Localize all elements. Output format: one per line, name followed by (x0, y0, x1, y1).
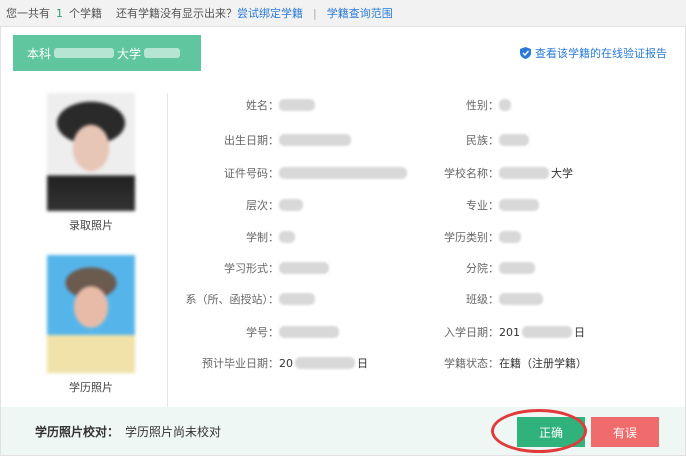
redacted-value (499, 199, 539, 211)
field-student-id: 学号： (191, 322, 339, 342)
redacted-value (279, 262, 329, 274)
field-branch: 分院： (421, 258, 535, 278)
field-ethnicity: 民族： (421, 130, 529, 150)
redacted-value (499, 167, 549, 179)
field-expected-graduation: 预计毕业日期： 20 日 (202, 356, 368, 371)
field-enrollment-date: 入学日期： 201 日 (444, 325, 585, 340)
record-count: 1 (56, 6, 63, 20)
redacted-value (499, 99, 511, 111)
field-major: 专业： (421, 195, 539, 215)
shield-check-icon (520, 47, 531, 59)
count-suffix: 个学籍 (69, 7, 102, 20)
count-prefix: 您一共有 (6, 7, 50, 20)
student-record-card: 本科 大学 查看该学籍的在线验证报告 录取照片 学历照片 姓名： 出生日期： 证… (0, 26, 686, 456)
redacted-school-name-2 (144, 48, 181, 58)
bind-record-link[interactable]: 尝试绑定学籍 (237, 5, 303, 21)
redacted-value (295, 357, 355, 369)
redacted-value (522, 326, 572, 338)
field-birth-date: 出生日期： (191, 130, 351, 150)
field-department: 系（所、函授站）： (163, 289, 315, 309)
field-name: 姓名： (191, 95, 315, 115)
correct-button[interactable]: 正确 (517, 417, 585, 447)
field-study-length: 学制： (191, 227, 295, 247)
degree-level: 本科 (27, 46, 52, 61)
admission-photo (47, 93, 135, 211)
redacted-value (499, 293, 543, 305)
redacted-value (499, 262, 535, 274)
school-tab[interactable]: 本科 大学 (13, 35, 201, 71)
verify-report-link[interactable]: 查看该学籍的在线验证报告 (520, 45, 667, 61)
admission-photo-label: 录取照片 (69, 219, 113, 232)
field-level: 层次： (191, 195, 303, 215)
field-id-number: 证件号码： (191, 163, 407, 183)
redacted-value (499, 231, 521, 243)
redacted-value (279, 199, 303, 211)
record-status-value: 在籍（注册学籍） (499, 357, 587, 370)
missing-question: 还有学籍没有显示出来？ (116, 7, 237, 20)
redacted-value (279, 134, 351, 146)
field-class: 班级： (421, 289, 543, 309)
wrong-button[interactable]: 有误 (591, 417, 659, 447)
redacted-value (279, 231, 295, 243)
redacted-value (499, 134, 529, 146)
photo-check-footer: 学历照片校对： 学历照片尚未校对 正确 有误 (1, 407, 685, 455)
redacted-value (279, 167, 407, 179)
redacted-school-name (54, 48, 115, 58)
query-scope-link[interactable]: 学籍查询范围 (327, 5, 393, 21)
divider (167, 93, 168, 413)
education-photo (47, 255, 135, 373)
field-school-name: 学校名称： 大学 (444, 167, 573, 180)
field-record-status: 学籍状态： 在籍（注册学籍） (444, 357, 587, 370)
photo-check-label: 学历照片校对： (35, 424, 120, 439)
field-gender: 性别： (421, 95, 511, 115)
redacted-value (279, 293, 315, 305)
education-photo-label: 学历照片 (69, 381, 113, 394)
school-suffix: 大学 (117, 46, 142, 61)
redacted-value (279, 99, 315, 111)
verify-report-text: 查看该学籍的在线验证报告 (535, 47, 667, 60)
top-info-bar: 您一共有 1 个学籍 还有学籍没有显示出来？ 尝试绑定学籍 | 学籍查询范围 (0, 0, 686, 26)
redacted-value (279, 326, 339, 338)
photo-check-status: 学历照片尚未校对 (125, 424, 222, 439)
photo-column: 录取照片 学历照片 (41, 93, 141, 417)
field-study-mode: 学习形式： (191, 258, 329, 278)
separator: | (313, 6, 317, 20)
field-education-type: 学历类别： (421, 227, 521, 247)
